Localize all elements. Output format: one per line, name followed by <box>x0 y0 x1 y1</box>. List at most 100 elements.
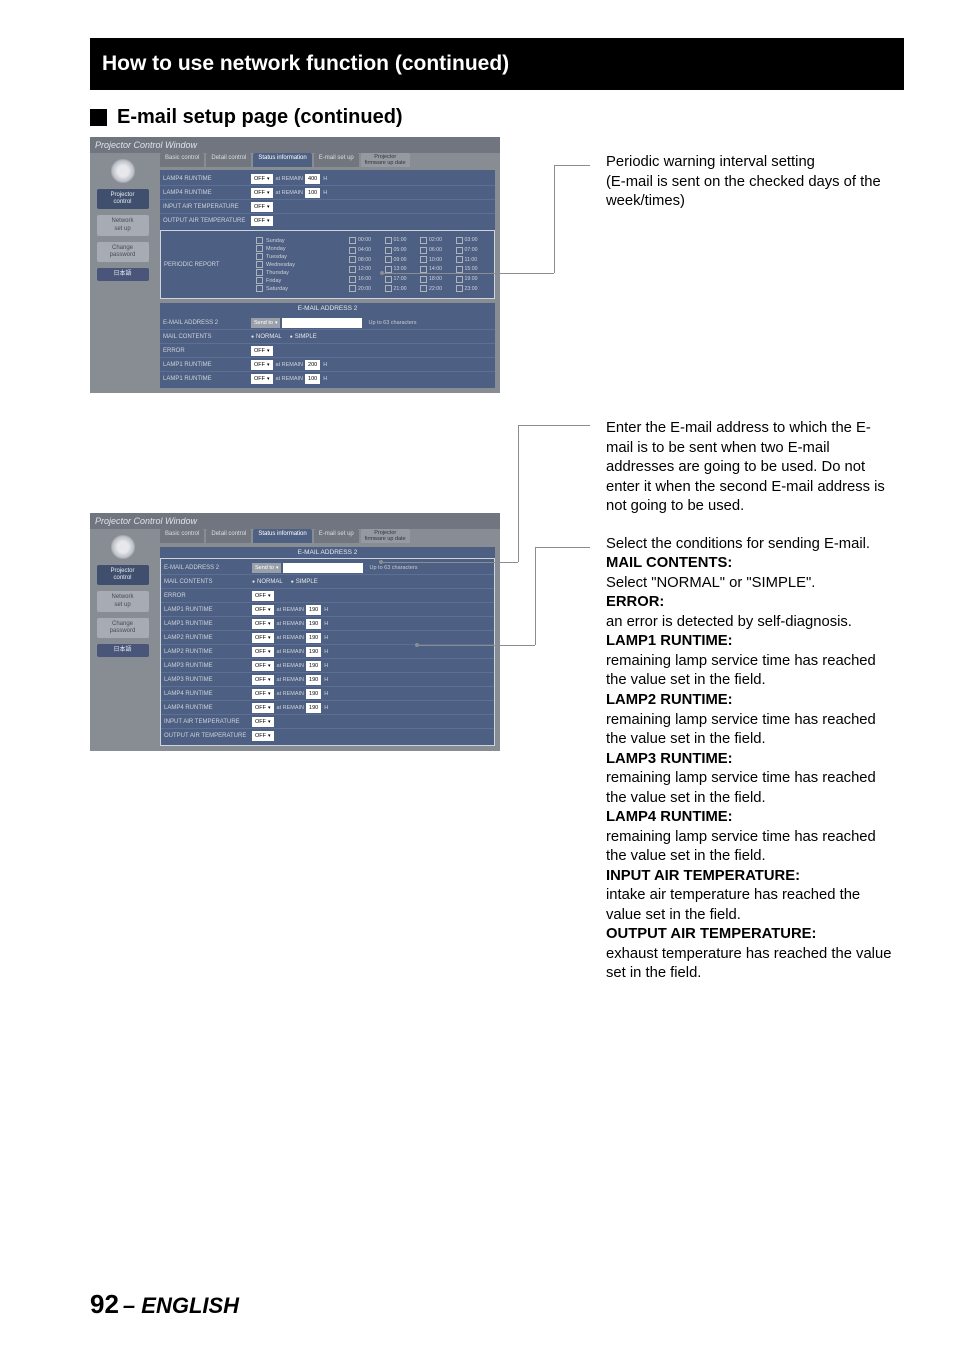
sidebar-network-setup[interactable]: Network set up <box>97 215 149 235</box>
row-label: E-MAIL ADDRESS 2 <box>164 565 252 571</box>
row-value-input[interactable]: 190 <box>306 689 321 699</box>
setting-row: LAMP2 RUNTIMEOFFat REMAIN190H <box>161 645 494 659</box>
row-value-input[interactable]: 190 <box>306 661 321 671</box>
setting-row: LAMP1 RUNTIMEOFFat REMAIN190H <box>161 603 494 617</box>
radio-simple[interactable]: SIMPLE <box>291 579 318 585</box>
hour-checkbox[interactable]: 02:00 <box>420 236 454 245</box>
hour-checkbox[interactable]: 23:00 <box>456 284 490 293</box>
row-value-input[interactable]: 200 <box>305 360 320 370</box>
row-select[interactable]: OFF <box>252 647 274 657</box>
hour-checkbox[interactable]: 08:00 <box>349 255 383 264</box>
row-label: LAMP1 RUNTIME <box>164 621 252 627</box>
callout-lead-line <box>518 425 519 562</box>
tab-basic[interactable]: Basic control <box>160 153 204 167</box>
row-select[interactable]: OFF <box>252 633 274 643</box>
periodic-days[interactable]: SundayMondayTuesdayWednesdayThursdayFrid… <box>252 234 347 295</box>
row-select[interactable]: OFF <box>252 689 274 699</box>
day-checkbox[interactable]: Monday <box>256 245 343 252</box>
hour-checkbox[interactable]: 16:00 <box>349 275 383 284</box>
hour-checkbox[interactable]: 20:00 <box>349 284 383 293</box>
hour-checkbox[interactable]: 05:00 <box>385 246 419 255</box>
hour-checkbox[interactable]: 04:00 <box>349 246 383 255</box>
hour-checkbox[interactable]: 06:00 <box>420 246 454 255</box>
row-select[interactable]: OFF <box>251 216 273 226</box>
day-checkbox[interactable]: Sunday <box>256 237 343 244</box>
email2-input[interactable] <box>282 318 362 328</box>
sidebar-japanese[interactable]: 日本語 <box>97 644 149 657</box>
day-checkbox[interactable]: Friday <box>256 277 343 284</box>
day-checkbox[interactable]: Wednesday <box>256 261 343 268</box>
sidebar-japanese[interactable]: 日本語 <box>97 268 149 281</box>
hour-checkbox[interactable]: 00:00 <box>349 236 383 245</box>
row-select[interactable]: OFF <box>251 360 273 370</box>
radio-normal[interactable]: NORMAL <box>252 579 283 585</box>
row-value-input[interactable]: 400 <box>305 174 320 184</box>
hour-checkbox[interactable]: 01:00 <box>385 236 419 245</box>
row-value-input[interactable]: 100 <box>305 374 320 384</box>
row-select[interactable]: OFF <box>252 675 274 685</box>
row-select[interactable]: OFF <box>252 605 274 615</box>
hour-checkbox[interactable]: 22:00 <box>420 284 454 293</box>
row-select[interactable]: OFF <box>252 661 274 671</box>
row-select[interactable]: OFF <box>252 591 274 601</box>
row-select[interactable]: OFF <box>251 202 273 212</box>
row-value-input[interactable]: 190 <box>306 619 321 629</box>
callout-lead-line <box>384 273 554 274</box>
hour-checkbox[interactable]: 09:00 <box>385 255 419 264</box>
row-select[interactable]: OFF <box>252 703 274 713</box>
hour-checkbox[interactable]: 19:00 <box>456 275 490 284</box>
hour-checkbox[interactable]: 21:00 <box>385 284 419 293</box>
sendto-button[interactable]: Send to <box>252 563 281 573</box>
row-select[interactable]: OFF <box>251 188 273 198</box>
radio-simple[interactable]: SIMPLE <box>290 334 317 340</box>
row-select[interactable]: OFF <box>251 174 273 184</box>
sidebar-projector-control[interactable]: Projector control <box>97 565 149 585</box>
sendto-button[interactable]: Send to <box>251 318 280 328</box>
tab-detail[interactable]: Detail control <box>206 153 251 167</box>
tab-email[interactable]: E-mail set up <box>314 529 359 543</box>
radio-normal[interactable]: NORMAL <box>251 334 282 340</box>
hour-checkbox[interactable]: 17:00 <box>385 275 419 284</box>
row-value-input[interactable]: 190 <box>306 605 321 615</box>
row-value-input[interactable]: 190 <box>306 647 321 657</box>
day-checkbox[interactable]: Tuesday <box>256 253 343 260</box>
section-heading: E-mail setup page (continued) <box>90 106 904 129</box>
text-input[interactable] <box>283 563 363 573</box>
periodic-label: PERIODIC REPORT <box>164 262 252 268</box>
sidebar-network-setup[interactable]: Network set up <box>97 591 149 611</box>
tab-basic[interactable]: Basic control <box>160 529 204 543</box>
tab-firmware[interactable]: Projector firmware up date <box>361 153 410 167</box>
row-select[interactable]: OFF <box>252 731 274 741</box>
hour-checkbox[interactable]: 11:00 <box>456 255 490 264</box>
tab-firmware[interactable]: Projector firmware up date <box>361 529 410 543</box>
setting-row: ERROROFF <box>160 344 495 358</box>
row-value-input[interactable]: 190 <box>306 675 321 685</box>
row-select[interactable]: OFF <box>252 717 274 727</box>
row-value-input[interactable]: 190 <box>306 703 321 713</box>
day-checkbox[interactable]: Thursday <box>256 269 343 276</box>
tab-email[interactable]: E-mail set up <box>314 153 359 167</box>
row-value-input[interactable]: 190 <box>306 633 321 643</box>
row-label: LAMP4 RUNTIME <box>164 705 252 711</box>
hour-checkbox[interactable]: 18:00 <box>420 275 454 284</box>
section-title: E-mail setup page (continued) <box>117 106 403 129</box>
tab-status[interactable]: Status information <box>253 529 311 543</box>
tabs: Basic control Detail control Status info… <box>160 529 495 543</box>
hour-checkbox[interactable]: 07:00 <box>456 246 490 255</box>
sidebar-projector-control[interactable]: Projector control <box>97 189 149 209</box>
row-select[interactable]: OFF <box>251 374 273 384</box>
periodic-hours[interactable]: 00:0001:0002:0003:00 04:0005:0006:0007:00… <box>347 234 491 295</box>
callout-lead-line <box>383 562 518 563</box>
sidebar: Projector control Network set up Change … <box>90 153 155 393</box>
hour-checkbox[interactable]: 10:00 <box>420 255 454 264</box>
sidebar-change-password[interactable]: Change password <box>97 618 149 638</box>
row-value-input[interactable]: 100 <box>305 188 320 198</box>
tab-detail[interactable]: Detail control <box>206 529 251 543</box>
row-select[interactable]: OFF <box>252 619 274 629</box>
hour-checkbox[interactable]: 03:00 <box>456 236 490 245</box>
row-select[interactable]: OFF <box>251 346 273 356</box>
sidebar-change-password[interactable]: Change password <box>97 242 149 262</box>
tab-status[interactable]: Status information <box>253 153 311 167</box>
day-checkbox[interactable]: Saturday <box>256 285 343 292</box>
hour-checkbox[interactable]: 12:00 <box>349 265 383 274</box>
